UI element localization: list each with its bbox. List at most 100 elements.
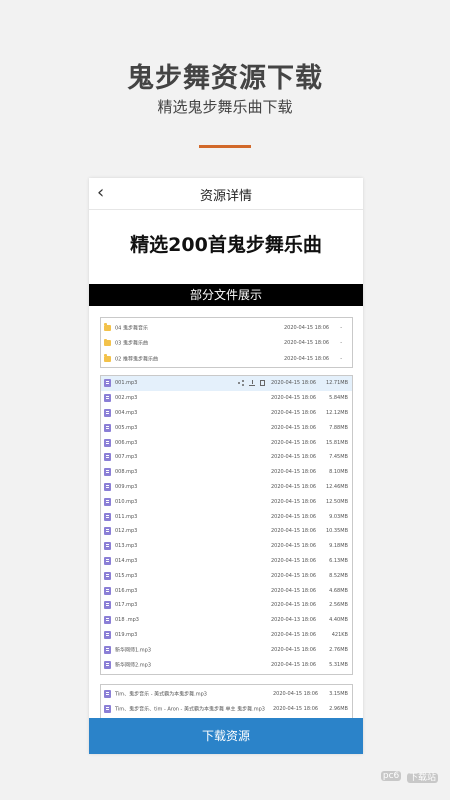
item-date: 2020-04-13 18:06 [271, 617, 317, 624]
folder-row[interactable]: 03 鬼步舞乐曲 2020-04-15 18:06 - [101, 336, 352, 352]
item-name: 002.mp3 [115, 395, 138, 402]
file-row[interactable]: 013.mp3 2020-04-15 18:06 9.18MB [101, 539, 352, 554]
file-row[interactable]: 015.mp3 2020-04-15 18:06 8.52MB [101, 568, 352, 583]
item-size: 8.10MB [329, 469, 348, 476]
item-date: 2020-04-15 18:06 [271, 602, 317, 609]
item-date: 2020-04-15 18:06 [271, 661, 317, 668]
item-size: 5.84MB [329, 395, 348, 402]
music-file-icon [104, 645, 111, 654]
item-date: 2020-04-15 18:06 [271, 439, 317, 446]
item-name: 013.mp3 [115, 543, 138, 550]
item-name: 018 .mp3 [115, 617, 139, 624]
file-row[interactable]: 新华网师1.mp3 2020-04-15 18:06 2.76MB [101, 642, 352, 657]
item-size: 4.40MB [329, 617, 348, 624]
music-file-icon [104, 630, 111, 639]
item-name: 009.mp3 [115, 483, 138, 490]
music-file-icon [104, 704, 111, 713]
item-size: 3.15MB [329, 691, 348, 698]
item-date: 2020-04-15 18:06 [271, 380, 317, 387]
item-size: 421KB [331, 631, 348, 638]
file-row[interactable]: Tim、鬼步音乐、tim - Aron - 美式霸为本鬼步舞 单主 鬼步舞.mp… [101, 702, 352, 717]
file-row[interactable]: 005.mp3 2020-04-15 18:06 7.88MB [101, 420, 352, 435]
file-row[interactable]: 016.mp3 2020-04-15 18:06 4.68MB [101, 583, 352, 598]
item-name: 03 鬼步舞乐曲 [115, 340, 148, 347]
row-actions [238, 380, 265, 387]
item-size: - [340, 340, 342, 347]
file-row[interactable]: 002.mp3 2020-04-15 18:06 5.84MB [101, 391, 352, 406]
music-file-icon [104, 616, 111, 625]
item-size: 2.56MB [329, 602, 348, 609]
music-file-icon [104, 482, 111, 491]
download-button[interactable]: 下载资源 [89, 718, 363, 754]
music-file-icon [104, 690, 111, 699]
item-size: - [340, 355, 342, 362]
folder-row[interactable]: 02 推荐鬼步舞乐曲 2020-04-15 18:06 - [101, 351, 352, 367]
item-date: 2020-04-15 18:06 [273, 705, 319, 712]
item-date: 2020-04-15 18:06 [271, 483, 317, 490]
item-size: 7.88MB [329, 424, 348, 431]
item-size: 12.50MB [325, 498, 348, 505]
nav-title: 资源详情 [199, 189, 252, 204]
folder-icon [104, 338, 111, 347]
item-name: 新华网师2.mp3 [115, 662, 151, 669]
item-name: 006.mp3 [115, 439, 138, 446]
promo-title: 鬼步舞资源下载 [127, 63, 323, 94]
file-row[interactable]: 新华网师2.mp3 2020-04-15 18:06 5.31MB [101, 657, 352, 672]
file-row[interactable]: 007.mp3 2020-04-15 18:06 7.45MB [101, 450, 352, 465]
file-row[interactable]: Tim、鬼步音乐 - 美式霸为本鬼步舞.mp3 2020-04-15 18:06 3… [101, 687, 352, 702]
file-row[interactable]: 009.mp3 2020-04-15 18:06 12.46MB [101, 480, 352, 495]
item-size: 7.45MB [329, 454, 348, 461]
item-name: 001.mp3 [115, 380, 138, 387]
item-name: 017.mp3 [115, 602, 138, 609]
delete-icon[interactable] [260, 380, 265, 387]
folder-row[interactable]: 04 鬼步舞音乐 2020-04-15 18:06 - [101, 320, 352, 336]
item-name: 011.mp3 [115, 513, 138, 520]
share-icon[interactable] [238, 380, 244, 386]
file-row[interactable]: 008.mp3 2020-04-15 18:06 8.10MB [101, 465, 352, 480]
file-row[interactable]: 019.mp3 2020-04-15 18:06 421KB [101, 628, 352, 643]
section-header: 部分文件展示 [89, 284, 363, 306]
watermark: pc6 下载站 [380, 765, 438, 786]
item-name: 04 鬼步舞音乐 [115, 325, 148, 332]
music-file-icon [104, 408, 111, 417]
music-file-icon [104, 423, 111, 432]
music-file-icon [104, 468, 111, 477]
music-file-icon [104, 438, 111, 447]
watermark-badge: 下载站 [406, 772, 438, 783]
file-row[interactable]: 010.mp3 2020-04-15 18:06 12.50MB [101, 494, 352, 509]
item-name: 新华网师1.mp3 [115, 647, 151, 654]
item-date: 2020-04-15 18:06 [271, 543, 317, 550]
item-name: 014.mp3 [115, 557, 138, 564]
music-file-icon [104, 601, 111, 610]
item-name: Tim、鬼步音乐、tim - Aron - 美式霸为本鬼步舞 单主 鬼步舞.mp… [115, 706, 265, 713]
file-row[interactable]: 017.mp3 2020-04-15 18:06 2.56MB [101, 598, 352, 613]
file-row[interactable]: 011.mp3 2020-04-15 18:06 9.03MB [101, 509, 352, 524]
item-name: 007.mp3 [115, 454, 138, 461]
item-date: 2020-04-15 18:06 [271, 469, 317, 476]
item-date: 2020-04-15 18:06 [273, 691, 319, 698]
item-date: 2020-04-15 18:06 [271, 395, 317, 402]
file-row[interactable]: 006.mp3 2020-04-15 18:06 15.81MB [101, 435, 352, 450]
item-name: 010.mp3 [115, 498, 138, 505]
music-file-icon [104, 512, 111, 521]
watermark-text: pc6 [380, 771, 402, 781]
item-size: 12.71MB [325, 380, 348, 387]
music-file-icon [104, 542, 111, 551]
item-size: 12.12MB [325, 409, 348, 416]
item-date: 2020-04-15 18:06 [271, 498, 317, 505]
item-date: 2020-04-15 18:06 [271, 424, 317, 431]
file-row[interactable]: 004.mp3 2020-04-15 18:06 12.12MB [101, 406, 352, 421]
music-file-icon [104, 660, 111, 669]
item-date: 2020-04-15 18:06 [271, 631, 317, 638]
music-file-icon [104, 453, 111, 462]
item-date: 2020-04-15 18:06 [271, 454, 317, 461]
file-list: 001.mp3 2020-04-15 18:06 12.71MB 002.mp3 202… [100, 375, 353, 675]
file-row[interactable]: 014.mp3 2020-04-15 18:06 6.13MB [101, 554, 352, 569]
music-file-icon [104, 379, 111, 388]
music-file-icon [104, 556, 111, 565]
file-row[interactable]: 001.mp3 2020-04-15 18:06 12.71MB [101, 376, 352, 391]
file-row[interactable]: 012.mp3 2020-04-15 18:06 10.35MB [101, 524, 352, 539]
download-icon[interactable] [249, 380, 255, 387]
item-size: 5.31MB [329, 661, 348, 668]
file-row[interactable]: 018 .mp3 2020-04-13 18:06 4.40MB [101, 613, 352, 628]
